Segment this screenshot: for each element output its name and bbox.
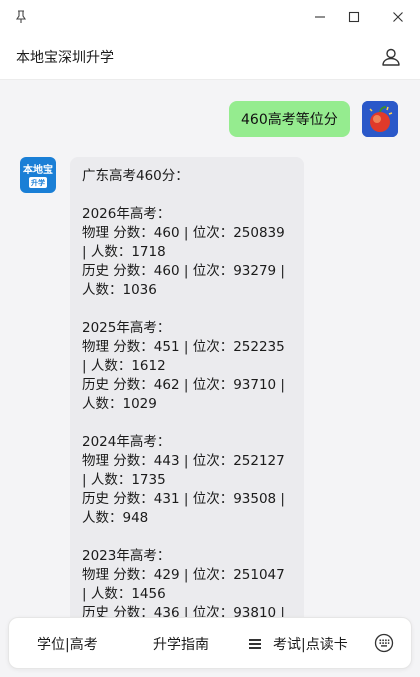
app-title: 本地宝深圳升学 xyxy=(16,50,114,66)
bot-avatar-brand: 本地宝 xyxy=(23,165,53,176)
bot-line: 2023年高考： xyxy=(82,548,171,564)
bot-avatar-tag: 升学 xyxy=(29,177,47,188)
keyboard-icon[interactable] xyxy=(373,632,395,654)
bot-line: 物理 分数：451 | 位次：252235 | 人数：1612 xyxy=(82,339,285,374)
bottom-menu-bar: 学位|高考 升学指南 考试|点读卡 xyxy=(8,617,412,669)
bot-line: 历史 分数：431 | 位次：93508 | 人数：948 xyxy=(82,491,285,526)
pin-icon[interactable] xyxy=(4,0,38,34)
close-icon[interactable] xyxy=(381,0,415,34)
bot-line-gap xyxy=(82,186,292,205)
bot-line-gap xyxy=(82,414,292,433)
user-message-bubble: 460高考等位分 xyxy=(229,101,350,137)
maximize-icon[interactable] xyxy=(337,0,371,34)
bot-line: 物理 分数：429 | 位次：251047 | 人数：1456 xyxy=(82,567,285,602)
menu-item-exam-card[interactable]: 考试|点读卡 xyxy=(249,618,348,670)
menu-item-exam-card-label: 考试|点读卡 xyxy=(273,637,348,653)
bot-line-gap xyxy=(82,528,292,547)
user-icon[interactable] xyxy=(380,46,402,68)
chat-area[interactable]: 460高考等位分 本地宝 升学 广东高考460分： 2026年高考： 物理 分数… xyxy=(0,80,420,677)
bot-line-gap xyxy=(82,300,292,319)
menu-item-degree-exam[interactable]: 学位|高考 xyxy=(37,618,98,670)
bot-line: 广东高考460分： xyxy=(82,168,189,184)
bot-line: 物理 分数：443 | 位次：252127 | 人数：1735 xyxy=(82,453,285,488)
user-message-text: 460高考等位分 xyxy=(241,112,338,128)
bot-line: 2026年高考： xyxy=(82,206,171,222)
menu-icon xyxy=(249,638,263,650)
minimize-icon[interactable] xyxy=(303,0,337,34)
bot-message-bubble: 广东高考460分： 2026年高考： 物理 分数：460 | 位次：250839… xyxy=(70,157,304,643)
bot-line: 物理 分数：460 | 位次：250839 | 人数：1718 xyxy=(82,225,285,260)
bot-avatar[interactable]: 本地宝 升学 xyxy=(20,157,56,193)
menu-item-guide[interactable]: 升学指南 xyxy=(153,618,209,670)
window-titlebar xyxy=(0,0,420,34)
app-header: 本地宝深圳升学 xyxy=(0,34,420,80)
user-avatar[interactable] xyxy=(362,101,398,137)
bot-line: 历史 分数：460 | 位次：93279 | 人数：1036 xyxy=(82,263,285,298)
bot-line: 2024年高考： xyxy=(82,434,171,450)
bot-line: 2025年高考： xyxy=(82,320,171,336)
bot-line: 历史 分数：462 | 位次：93710 | 人数：1029 xyxy=(82,377,285,412)
